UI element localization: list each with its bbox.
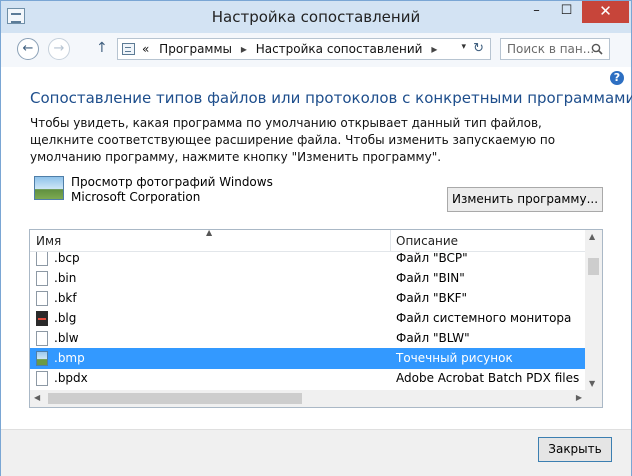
extension-description: Файл "BIN" — [396, 271, 465, 285]
scroll-thumb[interactable] — [48, 393, 302, 404]
chevron-right-icon[interactable]: ▸ — [241, 42, 247, 56]
title-bar[interactable]: Настройка сопоставлений – ☐ ✕ — [1, 1, 631, 33]
refresh-icon[interactable]: ↻ — [473, 41, 484, 56]
scroll-down-icon[interactable]: ▼ — [589, 379, 595, 388]
scroll-thumb[interactable] — [588, 258, 599, 275]
navigation-bar: ← → ↑ « Программы ▸ Настройка сопоставле… — [1, 33, 631, 67]
page-description: Чтобы увидеть, какая программа по умолча… — [30, 116, 556, 164]
monitor-icon — [36, 311, 48, 326]
extension-name: .bkf — [54, 291, 77, 305]
sort-ascending-icon: ▲ — [206, 229, 213, 237]
close-window-button[interactable]: ✕ — [582, 1, 629, 23]
breadcrumb: « Программы ▸ Настройка сопоставлений ▸ — [142, 42, 442, 56]
list-item[interactable]: .bmp Точечный рисунок — [30, 348, 586, 369]
extension-name: .bmp — [54, 351, 85, 365]
maximize-button[interactable]: ☐ — [552, 1, 581, 23]
search-icon[interactable] — [591, 43, 603, 55]
main-content: ? Сопоставление типов файлов или протоко… — [1, 67, 632, 429]
scroll-right-icon[interactable]: ▶ — [576, 393, 582, 402]
up-arrow-icon[interactable]: ↑ — [96, 40, 108, 56]
chevron-down-icon[interactable]: ▾ — [461, 42, 466, 52]
list-item[interactable]: .bpdx Adobe Acrobat Batch PDX files — [30, 368, 586, 386]
file-type-list[interactable]: ▲ Имя Описание .bcp Файл "BCP" .bin Файл "B… — [29, 229, 603, 408]
list-item[interactable]: .bin Файл "BIN" — [30, 268, 586, 289]
search-input[interactable]: Поиск в пан... — [500, 38, 610, 60]
file-icon — [36, 371, 48, 386]
image-icon — [36, 351, 48, 366]
scroll-up-icon[interactable]: ▲ — [589, 232, 595, 241]
list-item[interactable]: .blg Файл системного монитора — [30, 308, 586, 329]
extension-description: Файл "BKF" — [396, 291, 468, 305]
breadcrumb-item-programs[interactable]: Программы — [159, 42, 232, 56]
window: Настройка сопоставлений – ☐ ✕ ← → ↑ « Пр… — [0, 0, 632, 476]
scroll-left-icon[interactable]: ◀ — [34, 393, 40, 402]
control-panel-icon — [122, 43, 135, 55]
list-item[interactable]: .bcp Файл "BCP" — [30, 252, 586, 269]
photo-viewer-icon — [34, 176, 64, 200]
list-item[interactable]: .blw Файл "BLW" — [30, 328, 586, 349]
scrollbar-corner — [585, 390, 602, 407]
close-button[interactable]: Закрыть — [538, 437, 612, 462]
back-button[interactable]: ← — [17, 38, 39, 60]
column-divider[interactable] — [390, 230, 391, 252]
extension-description: Adobe Acrobat Batch PDX files — [396, 371, 580, 385]
extension-description: Файл "BCP" — [396, 252, 468, 265]
column-header-description[interactable]: Описание — [396, 234, 458, 248]
breadcrumb-overflow[interactable]: « — [142, 42, 149, 56]
file-icon — [36, 291, 48, 306]
list-header: ▲ Имя Описание — [30, 230, 586, 252]
footer: Закрыть — [1, 429, 631, 476]
extension-name: .bcp — [54, 252, 80, 265]
extension-name: .blg — [54, 311, 77, 325]
extension-name: .blw — [54, 331, 79, 345]
file-icon — [36, 252, 48, 266]
chevron-right-icon[interactable]: ▸ — [431, 42, 437, 56]
file-icon — [36, 331, 48, 346]
forward-button[interactable]: → — [48, 38, 70, 60]
program-name: Просмотр фотографий Windows — [71, 175, 273, 189]
extension-name: .bin — [54, 271, 77, 285]
page-title: Сопоставление типов файлов или протоколо… — [30, 89, 632, 107]
extension-description: Файл "BLW" — [396, 331, 470, 345]
address-bar[interactable]: « Программы ▸ Настройка сопоставлений ▸ … — [117, 38, 491, 60]
file-icon — [36, 271, 48, 286]
change-program-button[interactable]: Изменить программу... — [447, 187, 603, 212]
minimize-button[interactable]: – — [522, 1, 551, 23]
list-item[interactable]: .bkf Файл "BKF" — [30, 288, 586, 309]
vertical-scrollbar[interactable]: ▲ ▼ — [585, 230, 602, 390]
extension-name: .bpdx — [54, 371, 88, 385]
column-header-name[interactable]: Имя — [36, 234, 61, 248]
program-vendor: Microsoft Corporation — [71, 190, 201, 204]
search-placeholder: Поиск в пан... — [507, 42, 595, 56]
list-rows: .bcp Файл "BCP" .bin Файл "BIN" .bkf Файл "BK… — [30, 252, 586, 386]
help-icon[interactable]: ? — [610, 71, 624, 85]
extension-description: Файл системного монитора — [396, 311, 572, 325]
extension-description: Точечный рисунок — [396, 351, 513, 365]
breadcrumb-item-associations[interactable]: Настройка сопоставлений — [256, 42, 423, 56]
horizontal-scrollbar[interactable]: ◀ ▶ — [30, 390, 586, 407]
